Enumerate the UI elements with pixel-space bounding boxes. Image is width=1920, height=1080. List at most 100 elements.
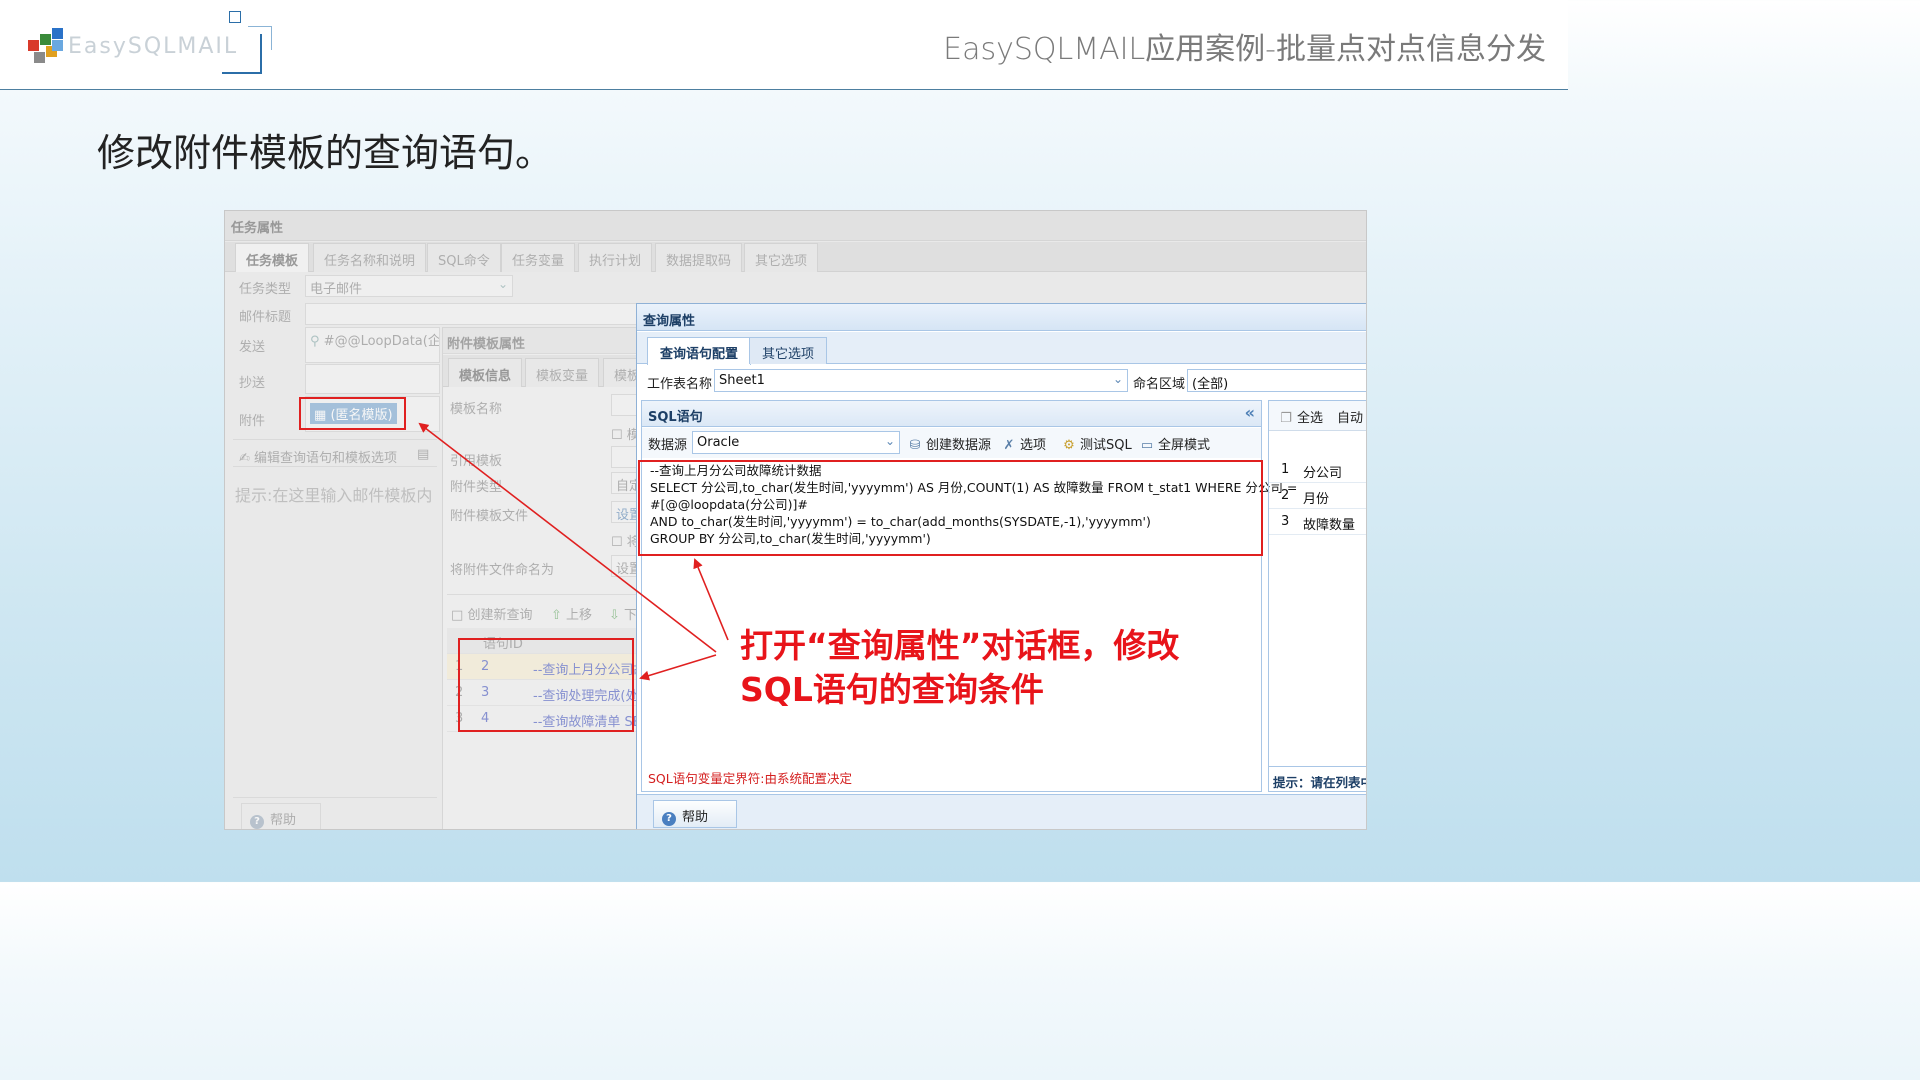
create-datasource-label: 创建数据源 <box>926 438 992 453</box>
send-label: 发送 <box>239 340 266 355</box>
auto-button[interactable]: 自动 <box>1337 407 1363 426</box>
named-range-label: 命名区域 <box>1133 377 1186 392</box>
create-query-button[interactable]: □ 创建新查询 <box>451 604 532 623</box>
datasource-select[interactable]: Oracle ⌄ <box>692 431 900 454</box>
chevron-down-icon: ⌄ <box>1112 372 1123 386</box>
gear-icon: ⚙ <box>1063 438 1075 453</box>
move-up-label: 上移 <box>566 608 593 623</box>
attach-template-window: 附件模板属性 模板信息 模板变量 模板 模板名称 ☐ 模 引用模板 附件类型 自… <box>442 327 638 829</box>
sheet-name-select[interactable]: Sheet1 ⌄ <box>714 369 1128 392</box>
fullscreen-label: 全屏模式 <box>1158 438 1211 453</box>
annotation-callout: 打开“查询属性”对话框，修改 SQL语句的查询条件 <box>740 624 1179 712</box>
attach-file-label: 附件模板文件 <box>450 509 529 524</box>
editor-toolbar: ✍ 编辑查询语句和模板选项 ▤ <box>233 439 437 467</box>
sql-panel-title: SQL语句 <box>648 410 703 425</box>
tab-schedule[interactable]: 执行计划 <box>578 243 653 272</box>
image-icon[interactable]: ▤ <box>417 447 429 462</box>
column-name: 分公司 <box>1303 466 1343 481</box>
double-chevron-left-icon[interactable]: « <box>1245 403 1255 422</box>
edit-icon: ✍ <box>239 451 250 466</box>
tab-template-more[interactable]: 模板 <box>603 358 637 387</box>
slide-title: EasySQLMAIL应用案例-批量点对点信息分发 <box>943 32 1546 67</box>
list-item[interactable]: 3 故障数量 <box>1269 509 1366 535</box>
send-input[interactable]: ⚲ #@@LoopData(企业 <box>305 327 440 363</box>
column-name: 月份 <box>1303 492 1330 507</box>
query-bottom-bar: ? 帮助 <box>637 794 1366 829</box>
callout-line-2: SQL语句的查询条件 <box>740 670 1044 709</box>
attach-label: 附件 <box>239 414 266 429</box>
help-icon: ? <box>662 812 676 826</box>
column-toolbar: ❐ 全选 自动 <box>1269 401 1366 431</box>
template-checkbox-1[interactable]: ☐ 模 <box>611 424 637 443</box>
chevron-down-icon: ⌄ <box>884 434 895 448</box>
move-up-button[interactable]: ⇧ 上移 <box>551 604 592 623</box>
list-item[interactable]: 2 月份 <box>1269 483 1366 509</box>
query-list-highlight-box <box>458 638 634 732</box>
named-range-select[interactable]: (全部) <box>1187 369 1366 392</box>
column-number: 1 <box>1281 462 1290 477</box>
easysqlmail-logo: EasySQLMAIL <box>26 8 276 80</box>
tab-other-options[interactable]: 其它选项 <box>744 243 819 272</box>
tab-task-template[interactable]: 任务模板 <box>235 243 310 272</box>
query-help-label: 帮助 <box>682 810 709 825</box>
tools-icon: ✗ <box>1003 438 1015 453</box>
query-dialog-title: 查询属性 <box>637 304 1366 331</box>
task-type-select[interactable]: 电子邮件 ⌄ <box>305 275 513 297</box>
tab-query-config[interactable]: 查询语句配置 <box>647 337 752 365</box>
sql-toolbar: 数据源 Oracle ⌄ ⛁ 创建数据源 ✗ 选项 ⚙ 测试SQL ▭ 全屏模式 <box>642 428 1261 458</box>
tab-extract-code[interactable]: 数据提取码 <box>655 243 743 272</box>
cc-input[interactable] <box>305 364 440 394</box>
arrow-down-icon: ⇩ <box>609 608 620 623</box>
create-query-label: 创建新查询 <box>467 608 533 623</box>
tab-template-info[interactable]: 模板信息 <box>448 358 523 387</box>
options-button[interactable]: ✗ 选项 <box>1002 434 1046 453</box>
sql-delimiter-note: SQL语句变量定界符:由系统配置决定 <box>648 771 852 786</box>
attach-template-title: 附件模板属性 <box>443 328 637 354</box>
send-value: #@@LoopData(企业 <box>323 334 440 349</box>
query-help-button[interactable]: ? 帮助 <box>653 800 737 828</box>
template-name-label: 模板名称 <box>450 402 503 417</box>
edit-query-button[interactable]: ✍ 编辑查询语句和模板选项 <box>239 447 397 466</box>
fullscreen-button[interactable]: ▭ 全屏模式 <box>1140 434 1210 453</box>
tab-sql-command[interactable]: SQL命令 <box>427 243 501 272</box>
logo-frame <box>229 11 241 23</box>
attach-type-select[interactable]: 自定 <box>611 472 637 494</box>
slide-header: EasySQLMAIL EasySQLMAIL应用案例-批量点对点信息分发 <box>0 0 1568 90</box>
task-bottom-bar: ? 帮助 <box>233 797 437 829</box>
test-sql-button[interactable]: ⚙ 测试SQL <box>1062 434 1132 453</box>
list-item[interactable]: 1 分公司 <box>1269 457 1366 483</box>
ref-template-input[interactable] <box>611 446 637 468</box>
task-type-label: 任务类型 <box>239 282 292 297</box>
name-as-button[interactable]: 设置 <box>611 555 637 577</box>
template-checkbox-2[interactable]: ☐ 将 <box>611 531 637 550</box>
template-name-input[interactable] <box>611 394 637 416</box>
arrow-up-icon: ⇧ <box>551 608 562 623</box>
ref-template-label: 引用模板 <box>450 454 503 469</box>
attach-highlight-box <box>299 397 406 430</box>
tab-query-other[interactable]: 其它选项 <box>749 337 828 364</box>
task-help-button[interactable]: ? 帮助 <box>241 803 321 829</box>
edit-query-label: 编辑查询语句和模板选项 <box>254 451 398 466</box>
query-list-toolbar: □ 创建新查询 ⇧ 上移 ⇩ 下 <box>447 594 637 624</box>
mail-subject-input[interactable] <box>305 303 645 325</box>
logo-frame <box>222 34 262 74</box>
attach-template-tabbar: 模板信息 模板变量 模板 <box>443 355 637 387</box>
select-all-button[interactable]: ❐ 全选 <box>1279 407 1323 426</box>
callout-line-1: 打开“查询属性”对话框，修改 <box>740 626 1180 665</box>
tab-template-variables[interactable]: 模板变量 <box>525 358 600 387</box>
named-range-value: (全部) <box>1192 377 1229 392</box>
column-panel: ❐ 全选 自动 1 分公司 2 月份 3 故障数量 提示：请在列表中 <box>1268 400 1366 792</box>
name-as-label: 将附件文件命名为 <box>450 563 555 578</box>
test-sql-label: 测试SQL <box>1080 438 1132 453</box>
query-properties-dialog: 查询属性 查询语句配置 其它选项 工作表名称 Sheet1 ⌄ 命名区域 (全部… <box>636 303 1366 829</box>
move-down-button[interactable]: ⇩ 下 <box>609 604 637 623</box>
select-all-label: 全选 <box>1297 411 1324 426</box>
attach-file-button[interactable]: 设置 <box>611 501 637 523</box>
tab-task-variables[interactable]: 任务变量 <box>501 243 576 272</box>
cubes-logo-icon <box>28 28 64 64</box>
new-file-icon: □ <box>451 608 464 623</box>
tab-task-name[interactable]: 任务名称和说明 <box>313 243 427 272</box>
template-hint: 提示:在这里输入邮件模板内 <box>235 486 433 505</box>
checkbox-icon: ☐ <box>611 535 623 550</box>
create-datasource-button[interactable]: ⛁ 创建数据源 <box>908 434 991 453</box>
